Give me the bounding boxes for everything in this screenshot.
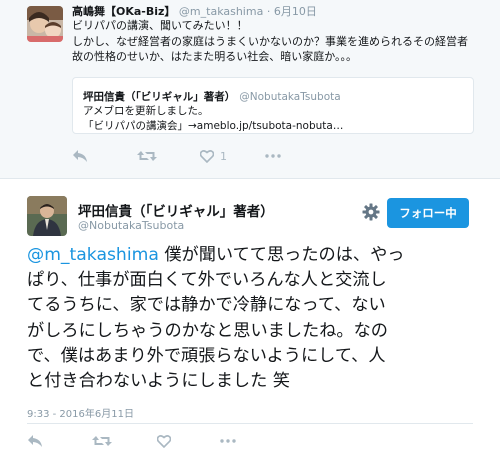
parent-tweet[interactable]: 高嶋舞【OKa-Biz】 @m_takashima · 6月10日 ビリパパの講…: [0, 0, 500, 178]
mention-link[interactable]: @m_takashima: [27, 245, 159, 265]
more-button[interactable]: [220, 432, 236, 450]
more-icon: [220, 439, 236, 443]
tweet-text-line: しかし、なぜ経営者の家庭はうまくいかないのか？事業を進められるその経営者: [72, 34, 468, 48]
reply-icon: [27, 434, 43, 448]
following-button[interactable]: フォロー中: [387, 198, 469, 228]
quoted-tweet-header: 坪田信貴（「ビリギャル」著者） @NobutakaTsubota: [83, 89, 341, 104]
tweet-text-line: ビリパパの講演、聞いてみたい！！: [72, 19, 248, 32]
like-button[interactable]: [157, 432, 171, 450]
author-name[interactable]: 高嶋舞【OKa-Biz】: [72, 5, 175, 18]
tweet-timestamp[interactable]: 9:33 - 2016年6月11日: [27, 405, 134, 420]
quoted-tweet-card[interactable]: 坪田信貴（「ビリギャル」著者） @NobutakaTsubota アメブロを更新し…: [72, 77, 474, 134]
more-icon: [265, 154, 281, 158]
tweet-header: 高嶋舞【OKa-Biz】 @m_takashima · 6月10日: [72, 3, 317, 19]
tweet-text-line: ぱり、仕事が面白くて外でいろんな人と交流し: [27, 270, 387, 291]
tweet-text-line: で、僕はあまり外で頑張らないようにして、人: [27, 345, 386, 366]
tweet-text: @m_takashima 僕が聞いてて思ったのは、やっ ぱり、仕事が面白くて外で…: [27, 243, 477, 394]
settings-button[interactable]: [362, 203, 380, 221]
separator-dot: ·: [266, 5, 271, 18]
author-handle[interactable]: @m_takashima: [179, 5, 263, 18]
tweet-text-segment: 僕が聞いてて思ったのは、やっ: [158, 245, 405, 265]
avatar[interactable]: [27, 6, 63, 42]
follow-label: フォロー中: [399, 206, 457, 220]
more-button[interactable]: [265, 147, 281, 165]
quoted-author-name: 坪田信貴（「ビリギャル」著者）: [83, 91, 236, 103]
retweet-button[interactable]: [92, 432, 112, 450]
tweet-text-line: がしろにしちゃうのかなと思いましたね。なの: [27, 320, 388, 341]
gear-icon: [362, 203, 380, 225]
quoted-author-handle: @NobutakaTsubota: [239, 91, 341, 103]
author-handle[interactable]: @NobutakaTsubota: [78, 219, 184, 232]
divider: [27, 423, 473, 424]
retweet-icon: [92, 434, 112, 448]
like-count: 1: [220, 149, 227, 163]
tweet-text-line: と付き合わないようにしました 笑: [27, 371, 290, 392]
tweet-actions: [27, 432, 447, 450]
heart-icon: [200, 149, 214, 163]
reply-icon: [72, 149, 88, 163]
quoted-text-line: アメブロを更新しました。: [83, 105, 209, 117]
quoted-text-line: 「ビリパパの講演会」→ameblo.jp/tsubota-nobuta…: [83, 120, 344, 132]
heart-icon: [157, 434, 171, 448]
retweet-icon: [137, 149, 157, 163]
tweet-date[interactable]: 6月10日: [274, 5, 317, 18]
tweet-text-line: @m_takashima 僕が聞いてて思ったのは、やっ: [27, 243, 477, 268]
author-name[interactable]: 坪田信貴（「ビリギャル」著者）: [78, 200, 274, 220]
reply-button[interactable]: [72, 147, 88, 165]
reply-button[interactable]: [27, 432, 43, 450]
tweet-actions: 1: [72, 147, 492, 165]
avatar[interactable]: [27, 196, 67, 236]
tweet-text-line: 故の性格のせいか、はたまた明るい社会、暗い家庭か。。。: [72, 50, 358, 63]
divider: [0, 178, 500, 179]
tweet-text: ビリパパの講演、聞いてみたい！！ しかし、なぜ経営者の家庭はうまくいかないのか？…: [72, 18, 492, 65]
like-button[interactable]: 1: [200, 147, 227, 165]
tweet-text-line: てるうちに、家では静かで冷静になって、ない: [27, 295, 386, 316]
retweet-button[interactable]: [137, 147, 157, 165]
